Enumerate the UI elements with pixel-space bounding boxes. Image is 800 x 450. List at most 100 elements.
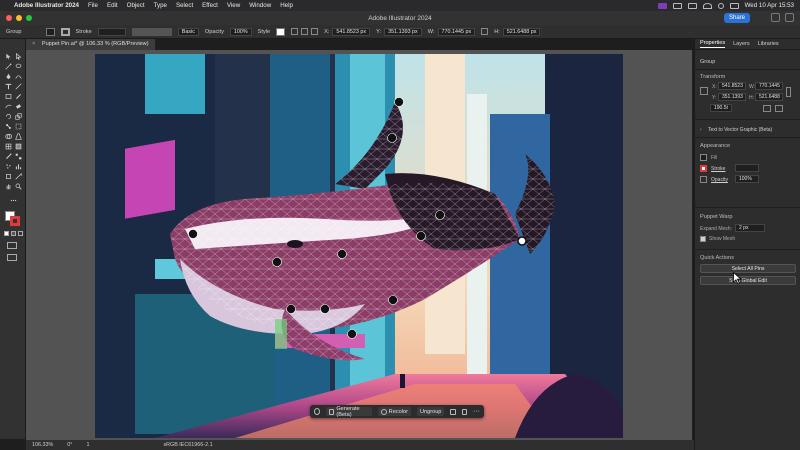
hand-tool-icon[interactable] — [5, 183, 12, 190]
flip-horizontal-icon[interactable] — [763, 105, 771, 112]
puppet-pin[interactable] — [320, 304, 330, 314]
puppet-pin[interactable] — [517, 236, 527, 246]
type-tool-icon[interactable] — [5, 83, 12, 90]
rectangle-tool-icon[interactable] — [5, 93, 12, 100]
puppet-pin[interactable] — [188, 229, 198, 239]
control-center-icon[interactable] — [729, 2, 739, 9]
y-field[interactable]: 351.1393 px — [384, 27, 422, 36]
scale-tool-icon[interactable] — [15, 113, 22, 120]
perspective-grid-tool-icon[interactable] — [15, 133, 22, 140]
gradient-tool-icon[interactable] — [15, 143, 22, 150]
fill-swatch-panel[interactable] — [700, 154, 707, 161]
constrain-proportions-icon[interactable] — [786, 87, 791, 97]
menu-select[interactable]: Select — [176, 2, 193, 9]
artboard-navigator[interactable]: 1 — [86, 442, 89, 448]
menu-help[interactable]: Help — [280, 2, 293, 9]
slice-tool-icon[interactable] — [15, 173, 22, 180]
workspace-icon[interactable] — [771, 13, 780, 22]
generate-beta-button[interactable]: Generate (Beta) — [326, 406, 372, 418]
puppet-pin[interactable] — [416, 231, 426, 241]
edit-toolbar-icon[interactable] — [10, 197, 17, 204]
close-window-icon[interactable] — [6, 15, 12, 21]
share-button[interactable]: Share — [723, 13, 750, 23]
drawing-mode-icon[interactable] — [7, 242, 17, 249]
screen-mode-icon[interactable] — [7, 254, 17, 261]
direct-selection-tool-icon[interactable] — [15, 53, 22, 60]
lock-icon[interactable] — [461, 408, 467, 415]
pen-tool-icon[interactable] — [5, 73, 12, 80]
clock[interactable]: Wed 10 Apr 15:53 — [745, 2, 794, 9]
paintbrush-tool-icon[interactable] — [15, 93, 22, 100]
opacity-field[interactable]: 100% — [229, 27, 252, 36]
puppet-pin[interactable] — [387, 133, 397, 143]
reference-point-icon[interactable] — [311, 28, 319, 35]
h-field[interactable]: 521.6488 px — [502, 27, 541, 36]
reference-point-icon[interactable] — [700, 87, 708, 95]
tab-layers[interactable]: Layers — [733, 41, 750, 47]
transform-y-field[interactable]: 351.1393 — [718, 93, 746, 101]
line-segment-tool-icon[interactable] — [15, 83, 22, 90]
recolor-icon[interactable] — [291, 28, 299, 35]
mesh-tool-icon[interactable] — [5, 143, 12, 150]
flip-vertical-icon[interactable] — [775, 105, 783, 112]
tab-libraries[interactable]: Libraries — [758, 41, 779, 47]
stroke-swatch[interactable] — [60, 27, 70, 36]
stroke-weight-panel-field[interactable] — [735, 164, 759, 172]
color-mode-icon[interactable] — [4, 231, 9, 236]
puppet-pin[interactable] — [337, 249, 347, 259]
transform-x-field[interactable]: 541.8523 — [718, 82, 746, 90]
stroke-color-swatch[interactable] — [10, 216, 20, 226]
free-transform-tool-icon[interactable] — [15, 123, 22, 130]
zoom-tool-icon[interactable] — [15, 183, 22, 190]
link-proportions-icon[interactable] — [481, 28, 489, 35]
minimize-window-icon[interactable] — [16, 15, 22, 21]
stroke-weight-field[interactable] — [97, 27, 126, 36]
eraser-tool-icon[interactable] — [15, 103, 22, 110]
ungroup-button[interactable]: Ungroup — [416, 407, 445, 416]
fill-swatch[interactable] — [45, 27, 55, 36]
select-all-pins-button[interactable]: Select All Pins — [700, 264, 796, 273]
drag-handle-icon[interactable] — [314, 408, 321, 415]
recolor-button[interactable]: Recolor — [377, 407, 411, 416]
menu-window[interactable]: Window — [249, 2, 271, 9]
rotate-tool-icon[interactable] — [5, 113, 12, 120]
expand-mesh-field[interactable]: 2 px — [735, 224, 765, 232]
menu-view[interactable]: View — [227, 2, 240, 9]
canvas-area[interactable] — [26, 50, 692, 440]
start-global-edit-button[interactable]: Start Global Edit — [700, 276, 796, 285]
show-mesh-label[interactable]: Show Mesh — [709, 236, 735, 242]
lasso-tool-icon[interactable] — [15, 63, 22, 70]
appearance-stroke-label[interactable]: Stroke — [711, 166, 725, 172]
align-icon[interactable] — [301, 28, 309, 35]
artboard-tool-icon[interactable] — [5, 173, 12, 180]
show-mesh-checkbox[interactable] — [700, 236, 706, 242]
battery-icon[interactable] — [687, 2, 697, 9]
x-field[interactable]: 541.8523 px — [332, 27, 371, 36]
puppet-pin[interactable] — [272, 257, 282, 267]
menu-object[interactable]: Object — [127, 2, 145, 9]
zoom-level[interactable]: 106.33% — [32, 442, 53, 448]
opacity-panel-field[interactable]: 100% — [735, 175, 759, 183]
transform-h-field[interactable]: 521.6488 — [755, 93, 783, 101]
none-mode-icon[interactable] — [18, 231, 23, 236]
selection-tool-icon[interactable] — [5, 53, 12, 60]
search-icon[interactable] — [717, 2, 724, 9]
screen-record-icon[interactable] — [672, 2, 682, 9]
blend-tool-icon[interactable] — [15, 153, 22, 160]
transform-w-field[interactable]: 770.1445 — [755, 82, 783, 90]
artboard[interactable] — [95, 54, 623, 438]
appearance-fill-label[interactable]: Fill — [711, 155, 717, 161]
chevron-right-icon[interactable]: › — [700, 127, 702, 133]
gradient-mode-icon[interactable] — [11, 231, 16, 236]
menu-edit[interactable]: Edit — [107, 2, 118, 9]
menu-file[interactable]: File — [88, 2, 98, 9]
stroke-swatch-panel[interactable] — [700, 165, 707, 172]
document-tab[interactable]: × Puppet Pin.ai* @ 106.33 % (RGB/Preview… — [26, 39, 156, 50]
duplicate-icon[interactable] — [450, 408, 456, 415]
column-graph-tool-icon[interactable] — [15, 163, 22, 170]
puppet-pin[interactable] — [394, 97, 404, 107]
appearance-opacity-label[interactable]: Opacity — [711, 177, 728, 183]
close-tab-icon[interactable]: × — [32, 41, 35, 47]
graphic-style-swatch[interactable] — [276, 27, 286, 36]
tab-properties[interactable]: Properties — [700, 40, 726, 48]
